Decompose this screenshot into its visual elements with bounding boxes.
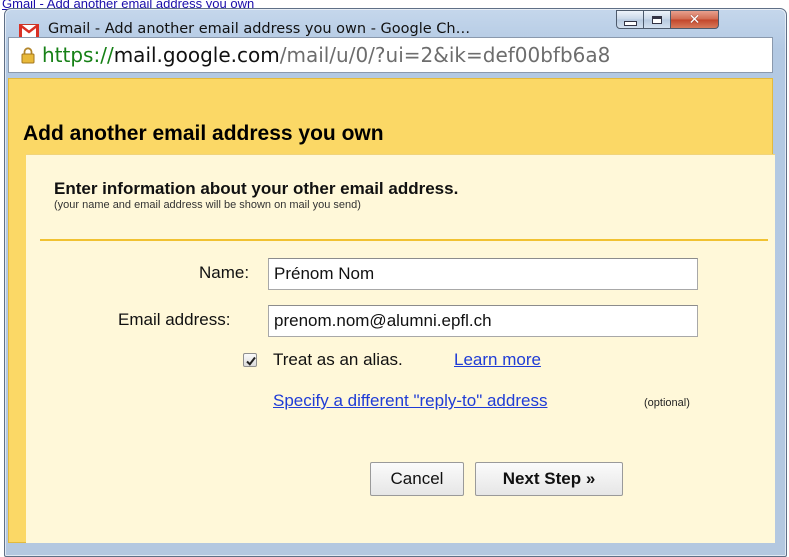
maximize-icon [652,15,662,24]
url-scheme: https:// [42,43,114,67]
name-label: Name: [199,263,250,282]
minimize-icon [623,20,637,26]
alias-checkbox[interactable] [243,353,257,367]
next-step-button[interactable]: Next Step » [475,462,623,496]
learn-more-link[interactable]: Learn more [454,350,541,370]
close-button[interactable]: ✕ [671,10,719,29]
divider [40,239,768,241]
email-label: Email address: [118,310,231,329]
reply-to-link[interactable]: Specify a different "reply-to" address [273,391,547,411]
optional-note: (optional) [644,397,690,409]
checkmark-icon [246,356,256,366]
maximize-button[interactable] [644,10,671,29]
email-input[interactable] [268,305,698,337]
url-path: /mail/u/0/?ui=2&ik=def00bfb6a8 [279,43,611,67]
url-text: https://mail.google.com/mail/u/0/?ui=2&i… [42,43,610,67]
window-title: Gmail - Add another email address you ow… [48,21,471,37]
lock-icon [21,47,35,64]
cancel-button[interactable]: Cancel [370,462,464,496]
section-note: (your name and email address will be sho… [54,199,361,211]
window-controls: ✕ [616,10,719,31]
close-icon: ✕ [688,11,701,28]
address-bar[interactable]: https://mail.google.com/mail/u/0/?ui=2&i… [8,37,773,73]
name-input[interactable] [268,258,698,290]
section-heading: Enter information about your other email… [54,179,459,198]
alias-label: Treat as an alias. [273,350,403,369]
minimize-button[interactable] [616,10,644,29]
url-host: mail.google.com [113,43,280,67]
dialog-title: Add another email address you own [23,122,384,145]
